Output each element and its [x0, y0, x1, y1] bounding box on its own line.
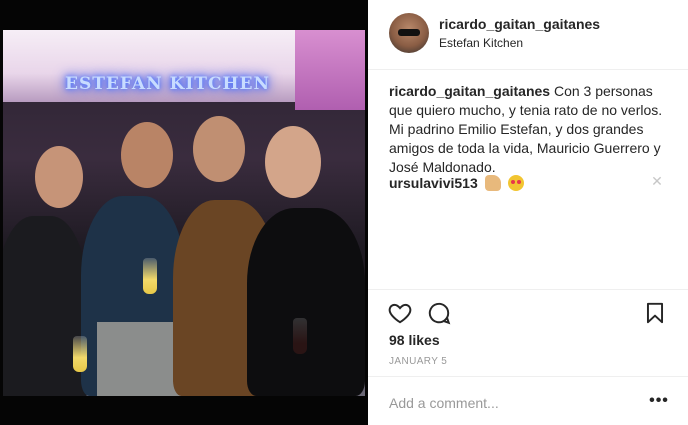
wine-glass	[293, 318, 307, 354]
add-comment-bar: •••	[368, 376, 688, 425]
post-date: JANUARY 5	[389, 356, 448, 367]
close-icon[interactable]: ✕	[650, 174, 664, 188]
post-caption: ricardo_gaitan_gaitanes Con 3 personas q…	[389, 82, 674, 177]
instagram-post: ESTEFAN KITCHEN ricardo_gaitan_gaitanes …	[0, 0, 688, 425]
person-4	[247, 208, 365, 396]
caption-username[interactable]: ricardo_gaitan_gaitanes	[389, 83, 550, 99]
person-2-legs	[97, 322, 183, 396]
heart-icon[interactable]	[387, 300, 413, 326]
photo-pane: ESTEFAN KITCHEN	[0, 0, 368, 425]
person-2-head	[121, 122, 173, 188]
comment-username[interactable]: ursulavivi513	[389, 175, 478, 191]
person-3-head	[193, 116, 245, 182]
wine-glass	[143, 258, 157, 294]
bookmark-icon[interactable]	[642, 300, 668, 326]
heart-eyes-emoji	[507, 175, 524, 191]
post-header: ricardo_gaitan_gaitanes Estefan Kitchen	[368, 0, 688, 70]
photo-neon-sign: ESTEFAN KITCHEN	[65, 74, 271, 94]
post-photo[interactable]: ESTEFAN KITCHEN	[3, 30, 365, 396]
comment-item: ursulavivi513	[389, 174, 674, 193]
photo-ceiling-light	[295, 30, 365, 110]
likes-count[interactable]: 98 likes	[389, 332, 440, 348]
avatar-sunglasses	[398, 29, 420, 36]
avatar[interactable]	[389, 13, 429, 53]
thumbs-up-emoji	[484, 175, 501, 191]
comment-input[interactable]	[389, 393, 639, 413]
wine-glass	[73, 336, 87, 372]
post-location[interactable]: Estefan Kitchen	[439, 36, 523, 50]
person-4-head	[265, 126, 321, 198]
post-username[interactable]: ricardo_gaitan_gaitanes	[439, 16, 600, 32]
more-options-icon[interactable]: •••	[648, 391, 670, 411]
post-actions: 98 likes JANUARY 5 •••	[368, 289, 688, 425]
person-1-head	[35, 146, 83, 208]
comment-bubble-icon[interactable]	[426, 300, 452, 326]
post-info-pane: ricardo_gaitan_gaitanes Estefan Kitchen …	[368, 0, 688, 425]
